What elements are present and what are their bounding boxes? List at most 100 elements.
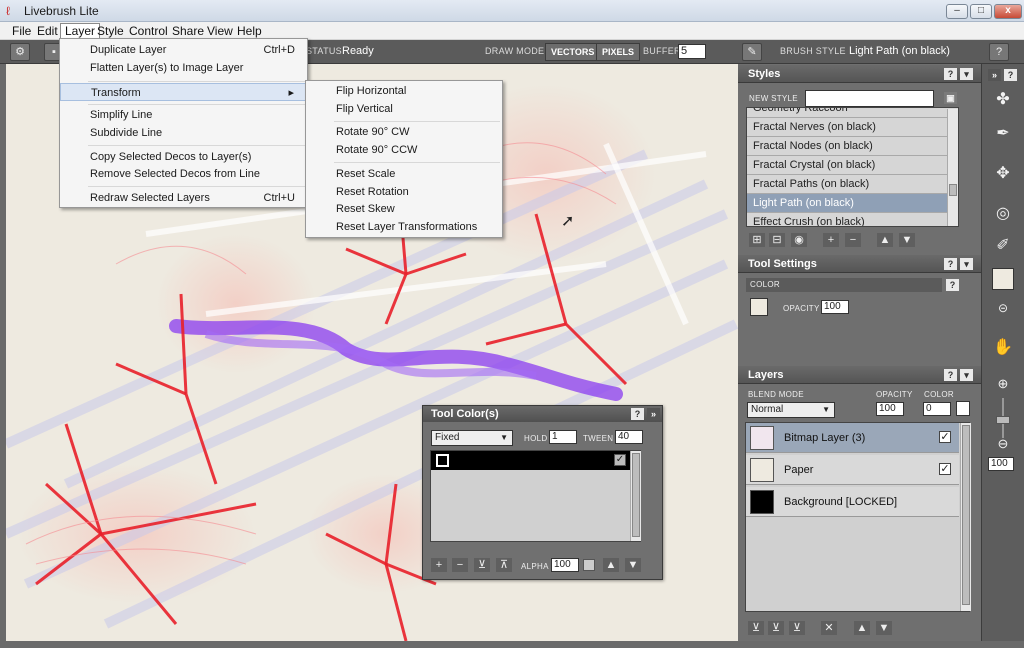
style-item[interactable]: Fractal Nodes (on black) <box>747 137 958 156</box>
style-item[interactable]: Effect Crush (on black) <box>747 213 958 226</box>
menu-transform[interactable]: Transform ▸ <box>60 83 307 101</box>
merge-layer-icon[interactable]: ⊻ <box>789 621 805 635</box>
style-item[interactable]: Fractal Nerves (on black) <box>747 118 958 137</box>
tool-color-header[interactable]: Tool Color(s) ? » <box>423 406 662 422</box>
layer-visible-checkbox[interactable]: ✓ <box>939 463 951 475</box>
remove-color-icon[interactable]: − <box>452 558 468 572</box>
pen-tool-icon[interactable]: ✒ <box>989 122 1017 146</box>
tween-input[interactable]: 40 <box>615 430 643 444</box>
fill-tool-icon[interactable]: ◎ <box>989 202 1017 226</box>
color-list-item[interactable]: ✓ <box>431 451 631 470</box>
menu-rotate-cw[interactable]: Rotate 90° CW <box>306 123 502 141</box>
help-button[interactable]: ? <box>989 43 1009 61</box>
remove-style-icon[interactable]: − <box>845 233 861 247</box>
maximize-button[interactable]: □ <box>970 4 992 19</box>
menu-copy-decos[interactable]: Copy Selected Decos to Layer(s) <box>60 148 307 166</box>
tool-color-expand-icon[interactable]: » <box>647 408 660 420</box>
menu-rotate-ccw[interactable]: Rotate 90° CCW <box>306 141 502 159</box>
layers-scroll-thumb[interactable] <box>962 425 970 605</box>
move-style-down-icon[interactable]: ▼ <box>899 233 915 247</box>
styles-help-button[interactable]: ? <box>944 68 957 80</box>
save-style-icon[interactable]: ▣ <box>944 92 957 104</box>
layer-color-swatch[interactable] <box>956 401 970 416</box>
move-color-down-icon[interactable]: ▼ <box>625 558 641 572</box>
menu-flip-vertical[interactable]: Flip Vertical <box>306 100 502 118</box>
transform-tool-icon[interactable]: ✥ <box>989 162 1017 186</box>
styles-collapse-icon[interactable]: ▾ <box>960 68 973 80</box>
style-item-selected[interactable]: Light Path (on black) <box>747 194 958 213</box>
import-layer-icon[interactable]: ⊻ <box>768 621 784 635</box>
menu-reset-scale[interactable]: Reset Scale <box>306 165 502 183</box>
layers-collapse-icon[interactable]: ▾ <box>960 369 973 381</box>
strip-color-swatch[interactable] <box>992 268 1014 290</box>
close-button[interactable]: x <box>994 4 1022 19</box>
minimize-button[interactable]: – <box>946 4 968 19</box>
brush-style-icon[interactable]: ✎ <box>742 43 762 61</box>
color-mode-select[interactable]: Fixed ▼ <box>431 430 513 446</box>
styles-scroll-thumb[interactable] <box>949 184 957 196</box>
color-help-button[interactable]: ? <box>946 279 959 291</box>
strip-expand-icon[interactable]: » <box>988 69 1001 81</box>
layer-row[interactable]: Background [LOCKED] <box>746 487 959 517</box>
move-color-up-icon[interactable]: ▲ <box>603 558 619 572</box>
move-style-up-icon[interactable]: ▲ <box>877 233 893 247</box>
add-color-icon[interactable]: + <box>431 558 447 572</box>
color-list-scroll-thumb[interactable] <box>632 453 640 537</box>
layers-scrollbar[interactable] <box>960 423 971 611</box>
new-layer-icon[interactable]: ⊻ <box>748 621 764 635</box>
style-item[interactable]: Geometry Raccoon <box>747 108 958 118</box>
vectors-toggle[interactable]: VECTORS <box>545 43 601 61</box>
hand-tool-icon[interactable]: ✋ <box>989 336 1017 360</box>
menu-simplify-line[interactable]: Simplify Line <box>60 106 307 124</box>
tool-color-help-button[interactable]: ? <box>631 408 644 420</box>
delete-layer-icon[interactable]: ✕ <box>821 621 837 635</box>
layer-color-input[interactable]: 0 <box>923 402 951 416</box>
lock-icon[interactable]: ⊝ <box>989 296 1017 320</box>
zoom-value-input[interactable]: 100 <box>988 457 1014 471</box>
brush-tool-icon[interactable]: ✤ <box>989 88 1017 112</box>
new-style-input[interactable] <box>805 90 934 107</box>
alpha-input[interactable]: 100 <box>551 558 579 572</box>
menu-duplicate-layer[interactable]: Duplicate Layer Ctrl+D <box>60 41 307 59</box>
menu-reset-skew[interactable]: Reset Skew <box>306 200 502 218</box>
zoom-out-icon[interactable]: ⊖ <box>989 432 1017 456</box>
menu-edit[interactable]: Edit <box>33 24 62 40</box>
preview-style-icon[interactable]: ◉ <box>791 233 807 247</box>
menu-flip-horizontal[interactable]: Flip Horizontal <box>306 82 502 100</box>
menu-file[interactable]: File <box>8 24 35 40</box>
tool-opacity-input[interactable]: 100 <box>821 300 849 314</box>
color-list-scrollbar[interactable] <box>630 451 641 541</box>
buffer-input[interactable]: 5 <box>678 44 706 59</box>
eyedropper-tool-icon[interactable]: ✐ <box>989 234 1017 258</box>
styles-scrollbar[interactable] <box>947 109 958 226</box>
import-style-icon[interactable]: ⊟ <box>769 233 785 247</box>
style-item[interactable]: Fractal Paths (on black) <box>747 175 958 194</box>
add-style-icon[interactable]: + <box>823 233 839 247</box>
layer-opacity-input[interactable]: 100 <box>876 402 904 416</box>
import-color-icon[interactable]: ⊻ <box>474 558 490 572</box>
move-layer-down-icon[interactable]: ▼ <box>876 621 892 635</box>
menu-subdivide-line[interactable]: Subdivide Line <box>60 124 307 142</box>
alpha-swatch[interactable] <box>583 559 595 571</box>
layer-visible-checkbox[interactable]: ✓ <box>939 431 951 443</box>
new-style-icon[interactable]: ⊞ <box>749 233 765 247</box>
color-item-checkbox[interactable]: ✓ <box>614 454 626 466</box>
settings-gear-icon[interactable]: ⚙ <box>10 43 30 61</box>
tool-color-swatch[interactable] <box>750 298 768 316</box>
menu-remove-decos[interactable]: Remove Selected Decos from Line <box>60 165 307 183</box>
tool-settings-collapse-icon[interactable]: ▾ <box>960 258 973 270</box>
move-layer-up-icon[interactable]: ▲ <box>854 621 870 635</box>
tool-settings-help-button[interactable]: ? <box>944 258 957 270</box>
layers-help-button[interactable]: ? <box>944 369 957 381</box>
zoom-in-icon[interactable]: ⊕ <box>989 372 1017 396</box>
zoom-slider-thumb[interactable] <box>996 416 1010 424</box>
layer-row[interactable]: Bitmap Layer (3) ✓ <box>746 423 959 453</box>
blend-mode-select[interactable]: Normal ▼ <box>747 402 835 418</box>
menu-reset-rotation[interactable]: Reset Rotation <box>306 183 502 201</box>
eyedrop-color-icon[interactable]: ⊼ <box>496 558 512 572</box>
pixels-toggle[interactable]: PIXELS <box>596 43 641 61</box>
menu-reset-layer-transformations[interactable]: Reset Layer Transformations <box>306 218 502 236</box>
menu-redraw-layers[interactable]: Redraw Selected Layers Ctrl+U <box>60 189 307 207</box>
style-item[interactable]: Fractal Crystal (on black) <box>747 156 958 175</box>
hold-input[interactable]: 1 <box>549 430 577 444</box>
